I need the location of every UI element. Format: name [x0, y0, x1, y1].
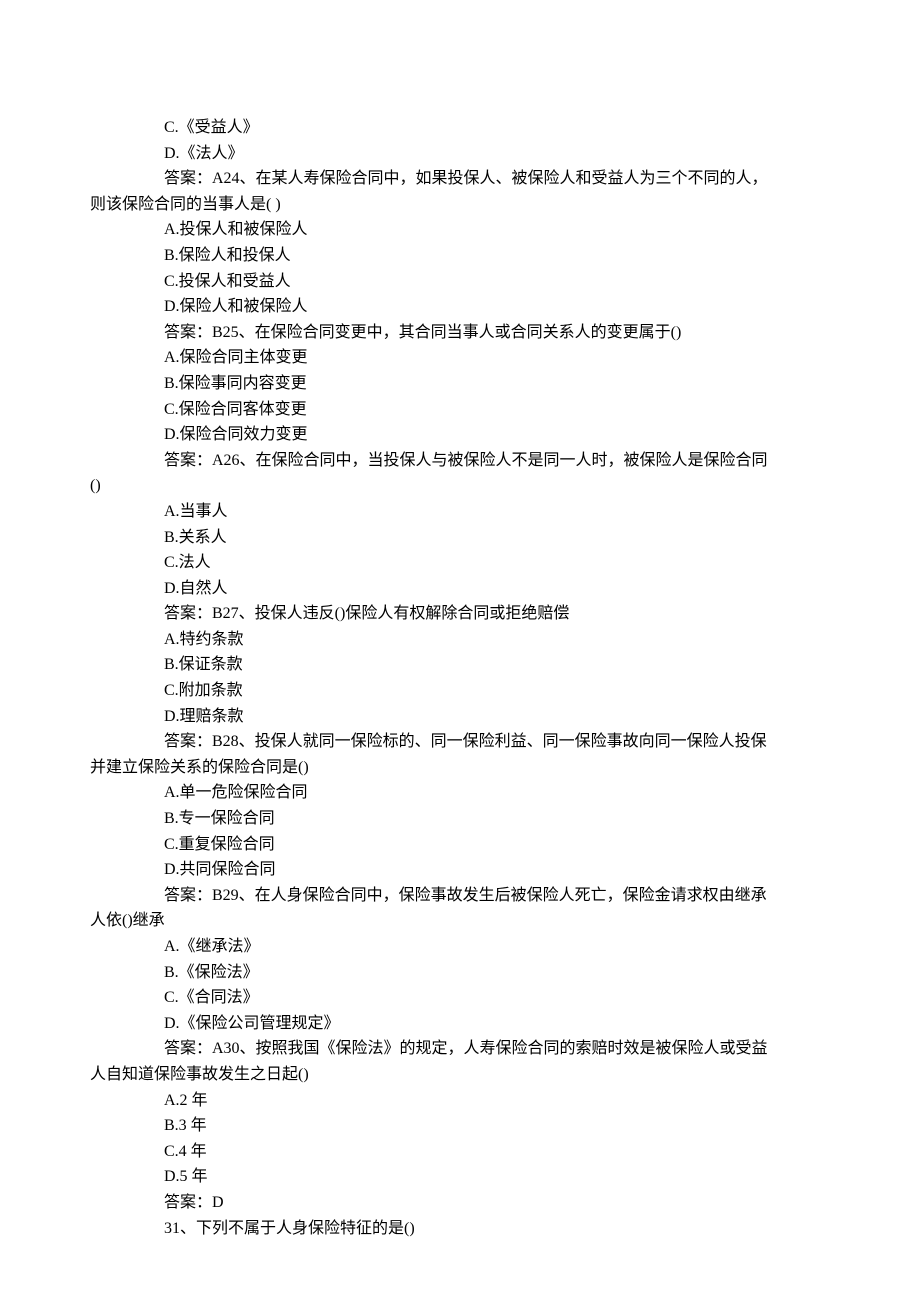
document-content: C.《受益人》D.《法人》答案：A24、在某人寿保险合同中，如果投保人、被保险人… [90, 115, 830, 1241]
text-line: D.理赔条款 [90, 704, 830, 730]
text-line: 答案：D [90, 1190, 830, 1216]
text-line: A.《继承法》 [90, 934, 830, 960]
text-line: B.《保险法》 [90, 960, 830, 986]
text-line: A.当事人 [90, 499, 830, 525]
text-line: 答案：B25、在保险合同变更中，其合同当事人或合同关系人的变更属于() [90, 320, 830, 346]
text-line: 答案：B28、投保人就同一保险标的、同一保险利益、同一保险事故向同一保险人投保 [90, 729, 830, 755]
text-line: B.保险事同内容变更 [90, 371, 830, 397]
text-line: C.投保人和受益人 [90, 269, 830, 295]
text-line: D.共同保险合同 [90, 857, 830, 883]
text-line: D.《保险公司管理规定》 [90, 1011, 830, 1037]
text-line: C.《受益人》 [90, 115, 830, 141]
text-line: D.自然人 [90, 576, 830, 602]
text-line: D.保险人和被保险人 [90, 294, 830, 320]
text-line: D.保险合同效力变更 [90, 422, 830, 448]
text-line: () [90, 473, 830, 499]
text-line: 并建立保险关系的保险合同是() [90, 755, 830, 781]
text-line: C.保险合同客体变更 [90, 397, 830, 423]
text-line: C.4 年 [90, 1139, 830, 1165]
text-line: B.关系人 [90, 525, 830, 551]
text-line: B.保证条款 [90, 652, 830, 678]
text-line: 答案：B27、投保人违反()保险人有权解除合同或拒绝赔偿 [90, 601, 830, 627]
text-line: D.《法人》 [90, 141, 830, 167]
text-line: 人依()继承 [90, 908, 830, 934]
text-line: 则该保险合同的当事人是( ) [90, 192, 830, 218]
text-line: A.2 年 [90, 1088, 830, 1114]
text-line: A.单一危险保险合同 [90, 780, 830, 806]
text-line: 答案：A26、在保险合同中，当投保人与被保险人不是同一人时，被保险人是保险合同 [90, 448, 830, 474]
text-line: C.重复保险合同 [90, 832, 830, 858]
text-line: B.保险人和投保人 [90, 243, 830, 269]
text-line: A.投保人和被保险人 [90, 217, 830, 243]
text-line: B.专一保险合同 [90, 806, 830, 832]
text-line: D.5 年 [90, 1164, 830, 1190]
text-line: A.保险合同主体变更 [90, 345, 830, 371]
text-line: 人自知道保险事故发生之日起() [90, 1062, 830, 1088]
text-line: 答案：B29、在人身保险合同中，保险事故发生后被保险人死亡，保险金请求权由继承 [90, 883, 830, 909]
document-page: C.《受益人》D.《法人》答案：A24、在某人寿保险合同中，如果投保人、被保险人… [90, 115, 830, 1241]
text-line: 31、下列不属于人身保险特征的是() [90, 1216, 830, 1242]
text-line: B.3 年 [90, 1113, 830, 1139]
text-line: 答案：A24、在某人寿保险合同中，如果投保人、被保险人和受益人为三个不同的人， [90, 166, 830, 192]
text-line: A.特约条款 [90, 627, 830, 653]
text-line: C.附加条款 [90, 678, 830, 704]
text-line: C.《合同法》 [90, 985, 830, 1011]
text-line: C.法人 [90, 550, 830, 576]
text-line: 答案：A30、按照我国《保险法》的规定，人寿保险合同的索赔时效是被保险人或受益 [90, 1036, 830, 1062]
